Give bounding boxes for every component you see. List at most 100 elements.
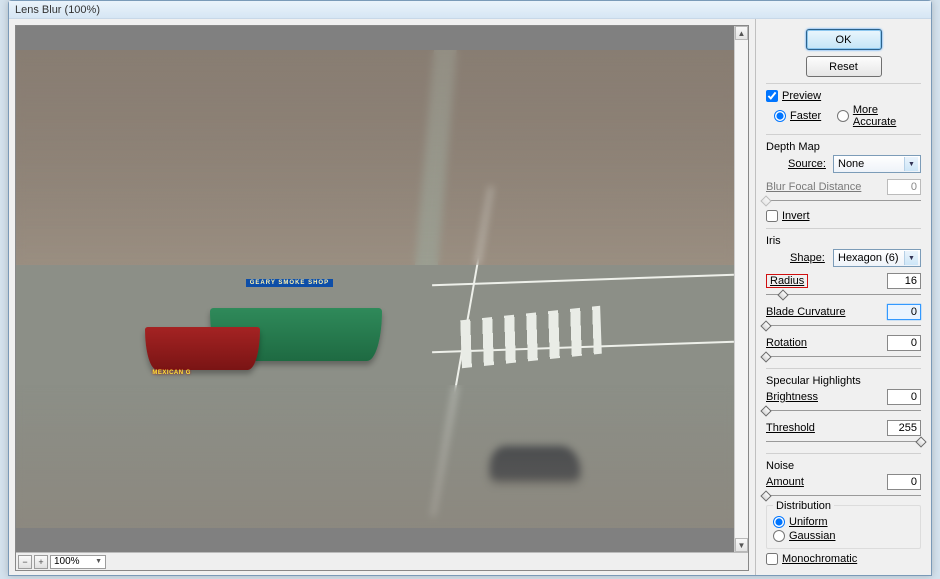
source-row: Source: None ▼ bbox=[766, 155, 921, 173]
iris-title: Iris bbox=[766, 235, 921, 247]
preview-checkbox-row: Preview bbox=[766, 90, 921, 102]
photo-blur-top bbox=[16, 50, 734, 265]
zoom-select[interactable]: 100% ▼ bbox=[50, 555, 106, 569]
slider-track bbox=[766, 441, 921, 442]
slider-track bbox=[766, 356, 921, 357]
more-accurate-radio[interactable] bbox=[837, 110, 849, 122]
zoom-out-button[interactable]: − bbox=[18, 555, 32, 569]
faster-radio[interactable] bbox=[774, 110, 786, 122]
preview-pane: GEARY SMOKE SHOP MEXICAN G ▲ ▼ bbox=[9, 19, 755, 575]
canvas-view[interactable]: GEARY SMOKE SHOP MEXICAN G bbox=[16, 26, 734, 552]
slider-thumb[interactable] bbox=[760, 195, 771, 206]
photo-sign-yellow: MEXICAN G bbox=[152, 370, 191, 376]
canvas-footer: − + 100% ▼ bbox=[16, 552, 748, 570]
divider bbox=[766, 368, 921, 369]
shape-value: Hexagon (6) bbox=[838, 252, 899, 264]
bfd-label: Blur Focal Distance bbox=[766, 181, 861, 193]
slider-track bbox=[766, 495, 921, 496]
blade-slider[interactable] bbox=[766, 321, 921, 331]
blade-label: Blade Curvature bbox=[766, 306, 846, 318]
radius-highlight: Radius bbox=[766, 274, 808, 288]
monochromatic-checkbox[interactable] bbox=[766, 553, 778, 565]
distribution-group: Distribution Uniform Gaussian bbox=[766, 505, 921, 549]
rotation-slider[interactable] bbox=[766, 352, 921, 362]
slider-thumb[interactable] bbox=[760, 405, 771, 416]
blade-row: Blade Curvature 0 bbox=[766, 304, 921, 320]
uniform-row: Uniform bbox=[773, 516, 914, 528]
gaussian-row: Gaussian bbox=[773, 530, 914, 542]
invert-checkbox[interactable] bbox=[766, 210, 778, 222]
dialog-content: GEARY SMOKE SHOP MEXICAN G ▲ ▼ bbox=[9, 19, 931, 575]
chevron-down-icon: ▼ bbox=[904, 251, 918, 265]
divider bbox=[766, 228, 921, 229]
divider bbox=[766, 134, 921, 135]
photo-awning-red bbox=[145, 327, 260, 370]
radius-label: Radius bbox=[770, 275, 804, 287]
threshold-slider[interactable] bbox=[766, 437, 921, 447]
divider bbox=[766, 83, 921, 84]
controls-panel: OK Reset Preview Faster More Accurate De… bbox=[755, 19, 931, 575]
shape-row: Shape: Hexagon (6) ▼ bbox=[766, 249, 921, 267]
invert-label: Invert bbox=[782, 210, 810, 222]
source-select[interactable]: None ▼ bbox=[833, 155, 921, 173]
preview-image: GEARY SMOKE SHOP MEXICAN G bbox=[16, 50, 734, 528]
amount-input[interactable]: 0 bbox=[887, 474, 921, 490]
threshold-row: Threshold 255 bbox=[766, 420, 921, 436]
reset-button[interactable]: Reset bbox=[806, 56, 882, 77]
slider-thumb[interactable] bbox=[760, 351, 771, 362]
rotation-input[interactable]: 0 bbox=[887, 335, 921, 351]
preview-quality-row: Faster More Accurate bbox=[774, 104, 921, 128]
uniform-radio[interactable] bbox=[773, 516, 785, 528]
amount-row: Amount 0 bbox=[766, 474, 921, 490]
shape-label: Shape: bbox=[790, 252, 825, 264]
slider-thumb[interactable] bbox=[915, 436, 926, 447]
blade-input[interactable]: 0 bbox=[887, 304, 921, 320]
uniform-label: Uniform bbox=[789, 516, 828, 528]
bfd-slider[interactable] bbox=[766, 196, 921, 206]
chevron-down-icon: ▼ bbox=[904, 157, 918, 171]
preview-checkbox-label: Preview bbox=[782, 90, 821, 102]
specular-title: Specular Highlights bbox=[766, 375, 921, 387]
depth-map-title: Depth Map bbox=[766, 141, 921, 153]
vertical-scrollbar[interactable]: ▲ ▼ bbox=[734, 26, 748, 552]
brightness-slider[interactable] bbox=[766, 406, 921, 416]
canvas-body: GEARY SMOKE SHOP MEXICAN G ▲ ▼ bbox=[16, 26, 748, 552]
slider-thumb[interactable] bbox=[777, 289, 788, 300]
chevron-down-icon: ▼ bbox=[95, 558, 102, 565]
more-accurate-label: More Accurate bbox=[853, 104, 921, 128]
amount-label: Amount bbox=[766, 476, 804, 488]
preview-checkbox[interactable] bbox=[766, 90, 778, 102]
zoom-value: 100% bbox=[54, 556, 80, 567]
noise-title: Noise bbox=[766, 460, 921, 472]
brightness-row: Brightness 0 bbox=[766, 389, 921, 405]
source-value: None bbox=[838, 158, 864, 170]
bfd-input[interactable]: 0 bbox=[887, 179, 921, 195]
scroll-track[interactable] bbox=[735, 40, 748, 538]
monochromatic-label: Monochromatic bbox=[782, 553, 857, 565]
gaussian-radio[interactable] bbox=[773, 530, 785, 542]
source-label: Source: bbox=[788, 158, 826, 170]
canvas-frame: GEARY SMOKE SHOP MEXICAN G ▲ ▼ bbox=[15, 25, 749, 571]
brightness-input[interactable]: 0 bbox=[887, 389, 921, 405]
rotation-row: Rotation 0 bbox=[766, 335, 921, 351]
slider-track bbox=[766, 325, 921, 326]
slider-thumb[interactable] bbox=[760, 490, 771, 501]
titlebar[interactable]: Lens Blur (100%) bbox=[9, 1, 931, 19]
photo-sign-blue: GEARY SMOKE SHOP bbox=[246, 279, 333, 287]
scroll-up-button[interactable]: ▲ bbox=[735, 26, 748, 40]
zoom-in-button[interactable]: + bbox=[34, 555, 48, 569]
photo-blur-bottom bbox=[16, 385, 734, 528]
threshold-input[interactable]: 255 bbox=[887, 420, 921, 436]
mono-row: Monochromatic bbox=[766, 553, 921, 565]
scroll-down-button[interactable]: ▼ bbox=[735, 538, 748, 552]
radius-input[interactable]: 16 bbox=[887, 273, 921, 289]
slider-track bbox=[766, 410, 921, 411]
bfd-row: Blur Focal Distance 0 bbox=[766, 179, 921, 195]
slider-thumb[interactable] bbox=[760, 320, 771, 331]
shape-select[interactable]: Hexagon (6) ▼ bbox=[833, 249, 921, 267]
radius-row: Radius 16 bbox=[766, 273, 921, 289]
radius-slider[interactable] bbox=[766, 290, 921, 300]
lens-blur-dialog: Lens Blur (100%) GEARY S bbox=[8, 0, 932, 576]
window-title: Lens Blur (100%) bbox=[15, 4, 100, 16]
ok-button[interactable]: OK bbox=[806, 29, 882, 50]
